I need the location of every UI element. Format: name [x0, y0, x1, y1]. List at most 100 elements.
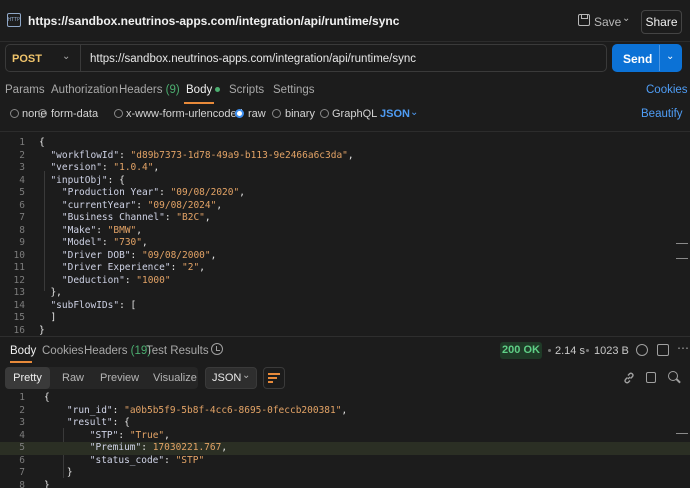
radio-x-www-form-urlencoded-label[interactable]: x-www-form-urlencoded	[126, 108, 243, 120]
radio-graphql-label[interactable]: GraphQL	[332, 108, 377, 120]
radio-form-data[interactable]	[38, 109, 47, 118]
code-text: "inputObj": {	[50, 174, 125, 186]
tab-body-label: Body	[186, 84, 213, 96]
line-number: 3	[19, 417, 25, 428]
code-text: "Driver Experience": "2",	[61, 262, 205, 273]
radio-binary-label[interactable]: binary	[285, 108, 315, 120]
tab-body[interactable]: Body	[186, 84, 221, 96]
view-mode-raw[interactable]: Raw	[62, 372, 84, 384]
line-number: 9	[19, 237, 25, 248]
request-line[interactable]: 1{	[0, 137, 690, 150]
response-line[interactable]: 6 "status_code": "STP"	[0, 455, 690, 468]
send-options-chevron-icon[interactable]: ⌄	[666, 51, 674, 62]
radio-raw-label[interactable]: raw	[248, 108, 266, 120]
tab-authorization[interactable]: Authorization	[51, 84, 118, 96]
search-icon[interactable]	[668, 371, 678, 381]
request-line[interactable]: 8 "Make": "BMW",	[0, 225, 690, 238]
line-number: 2	[19, 149, 25, 161]
request-line[interactable]: 14 "subFlowIDs": [	[0, 300, 690, 313]
response-tab-cookies[interactable]: Cookies	[42, 345, 84, 357]
request-line[interactable]: 10 "Driver DOB": "09/08/2000",	[0, 250, 690, 263]
request-line[interactable]: 11 "Driver Experience": "2",	[0, 262, 690, 275]
line-number: 13	[13, 287, 25, 298]
response-size[interactable]: 1023 B	[594, 345, 629, 357]
code-text: "status_code": "STP"	[89, 454, 205, 466]
response-tab-headers[interactable]: Headers (19)	[84, 345, 151, 357]
response-line[interactable]: 4 "STP": "True",	[0, 430, 690, 443]
radio-raw[interactable]	[235, 109, 244, 118]
code-text: },	[39, 287, 62, 298]
response-format-label[interactable]: JSON	[212, 372, 241, 384]
radio-graphql[interactable]	[320, 109, 329, 118]
line-number: 4	[19, 174, 25, 186]
tab-headers[interactable]: Headers (9)	[119, 84, 180, 96]
request-line[interactable]: 3 "version": "1.0.4",	[0, 162, 690, 175]
response-line[interactable]: 5 "Premium": 17030221.767,	[0, 442, 690, 455]
request-line[interactable]: 6 "currentYear": "09/08/2024",	[0, 200, 690, 213]
request-line[interactable]: 5 "Production Year": "09/08/2020",	[0, 187, 690, 200]
active-tab-indicator	[184, 102, 214, 104]
request-title[interactable]: https://sandbox.neutrinos-apps.com/integ…	[28, 14, 399, 28]
meta-separator	[548, 349, 551, 352]
code-text: "Premium": 17030221.767,	[89, 442, 228, 453]
share-button[interactable]: Share	[641, 10, 682, 34]
more-options-icon[interactable]: ⋯	[677, 341, 689, 355]
body-format-select[interactable]: JSON	[380, 108, 410, 120]
radio-binary[interactable]	[272, 109, 281, 118]
radio-form-data-label[interactable]: form-data	[51, 108, 98, 120]
line-number: 14	[13, 299, 25, 311]
tab-scripts[interactable]: Scripts	[229, 84, 264, 96]
code-text: "version": "1.0.4",	[50, 162, 160, 173]
response-time[interactable]: 2.14 s	[555, 345, 585, 357]
response-format-chevron-down-icon[interactable]: ⌄	[242, 370, 250, 381]
http-method-select[interactable]: POST	[12, 53, 42, 65]
request-line[interactable]: 2 "workflowId": "d89b7373-1d78-49a9-b113…	[0, 150, 690, 163]
response-line[interactable]: 8}	[0, 480, 690, 488]
request-line[interactable]: 9 "Model": "730",	[0, 237, 690, 250]
tab-params[interactable]: Params	[5, 84, 45, 96]
tab-settings-label: Settings	[273, 84, 315, 96]
code-text: "workflowId": "d89b7373-1d78-49a9-b113-9…	[50, 149, 354, 161]
network-globe-icon[interactable]	[636, 344, 648, 356]
save-icon[interactable]	[578, 14, 590, 26]
pane-splitter[interactable]	[0, 336, 690, 337]
save-options-chevron-icon[interactable]: ⌄	[622, 13, 630, 24]
cookies-link[interactable]: Cookies	[646, 84, 688, 96]
code-text: "Model": "730",	[61, 237, 148, 248]
tab-settings[interactable]: Settings	[273, 84, 315, 96]
view-mode-visualize[interactable]: Visualize	[153, 372, 197, 384]
response-line[interactable]: 3 "result": {	[0, 417, 690, 430]
request-line[interactable]: 13 },	[0, 287, 690, 300]
view-mode-pretty[interactable]: Pretty	[5, 367, 50, 389]
tab-params-label: Params	[5, 84, 45, 96]
line-number: 5	[19, 442, 25, 453]
copy-icon[interactable]	[646, 372, 656, 383]
body-format-chevron-down-icon[interactable]: ⌄	[410, 107, 418, 118]
link-icon[interactable]	[623, 372, 635, 384]
view-mode-preview[interactable]: Preview	[100, 372, 139, 384]
request-line[interactable]: 7 "Business Channel": "B2C",	[0, 212, 690, 225]
request-line[interactable]: 4 "inputObj": {	[0, 175, 690, 188]
response-tab-body[interactable]: Body	[10, 345, 36, 357]
code-text: "result": {	[66, 417, 130, 428]
status-badge[interactable]: 200 OK	[500, 342, 542, 359]
save-response-icon[interactable]	[657, 344, 669, 356]
code-text: "run_id": "a0b5b5f9-5b8f-4cc6-8695-0fecc…	[66, 404, 348, 416]
response-tab-headers-label: Headers	[84, 345, 128, 357]
request-line[interactable]: 15 ]	[0, 312, 690, 325]
beautify-link[interactable]: Beautify	[641, 108, 683, 120]
radio-x-www-form-urlencoded[interactable]	[114, 109, 123, 118]
response-tab-test-results[interactable]: Test Results	[146, 345, 209, 357]
method-chevron-down-icon[interactable]: ⌄	[62, 51, 70, 62]
url-input[interactable]: https://sandbox.neutrinos-apps.com/integ…	[90, 53, 416, 65]
response-line[interactable]: 7 }	[0, 467, 690, 480]
radio-none[interactable]	[10, 109, 19, 118]
response-line[interactable]: 2 "run_id": "a0b5b5f9-5b8f-4cc6-8695-0fe…	[0, 405, 690, 418]
save-button[interactable]: Save	[594, 15, 621, 29]
history-icon[interactable]	[211, 343, 223, 355]
send-button-label[interactable]: Send	[623, 52, 652, 66]
body-modified-dot	[215, 87, 221, 93]
request-line[interactable]: 12 "Deduction": "1000"	[0, 275, 690, 288]
response-line[interactable]: 1{	[0, 392, 690, 405]
wrap-lines-icon	[268, 372, 280, 384]
